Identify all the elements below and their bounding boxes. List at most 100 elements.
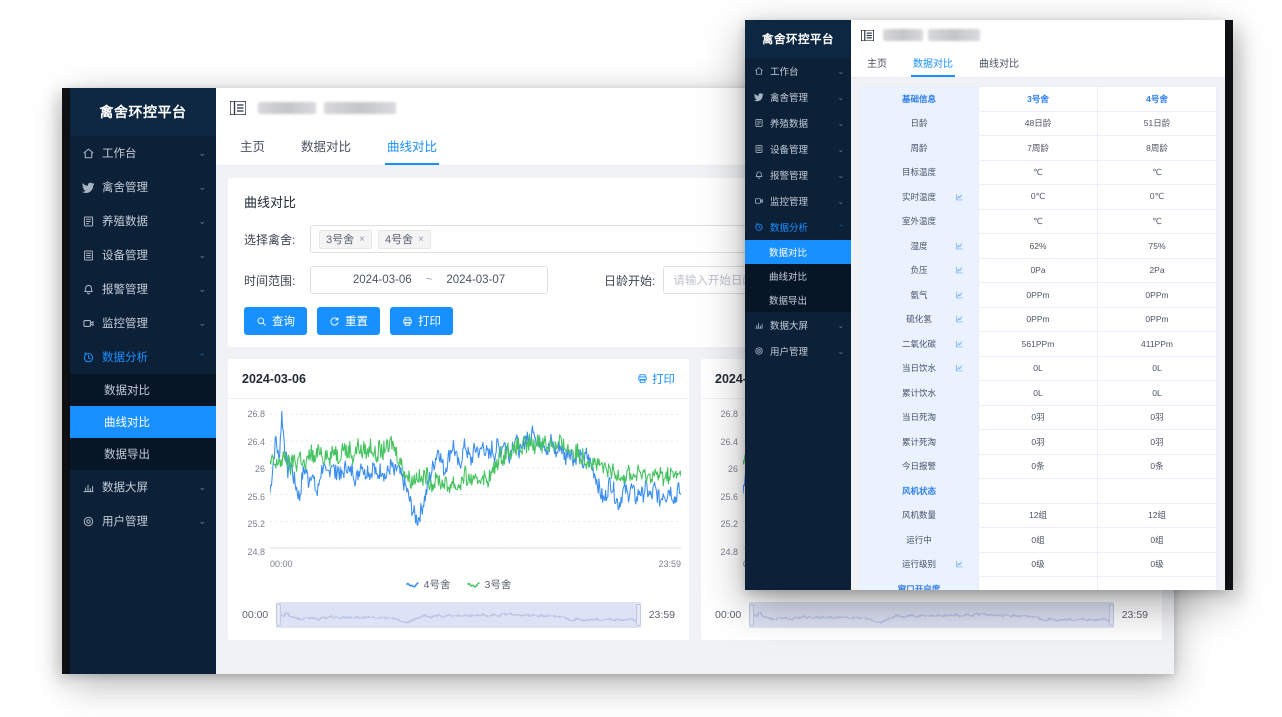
line-chart-icon[interactable]	[955, 192, 964, 201]
slider-handle-right[interactable]	[1109, 604, 1114, 626]
date-range-picker[interactable]: 2024-03-06 ~ 2024-03-07	[310, 266, 548, 294]
sidebar-item-0[interactable]: 工作台 ⌄	[70, 136, 216, 170]
house-tag-1[interactable]: 4号舍 ×	[378, 230, 431, 249]
row-label: 周龄	[860, 136, 979, 161]
house-tag-0[interactable]: 3号舍 ×	[319, 230, 372, 249]
sidebar-tail-item-1[interactable]: 用户管理 ⌄	[745, 338, 851, 364]
sidebar-subitem-0[interactable]: 数据对比	[70, 374, 216, 406]
tab-2[interactable]: 曲线对比	[385, 128, 439, 165]
redacted-title-4	[928, 29, 980, 41]
tab-2[interactable]: 曲线对比	[977, 50, 1021, 77]
row-value-house3: 0L	[979, 381, 1098, 406]
y-axis-tick: 25.6	[236, 492, 265, 502]
button-label: 打印	[418, 313, 441, 329]
line-chart-icon[interactable]	[955, 560, 964, 569]
row-label: 运行中	[860, 528, 979, 553]
database-icon	[82, 215, 98, 228]
sidebar-tail-item-0[interactable]: 数据大屏 ⌄	[745, 312, 851, 338]
row-value-house3: 12组	[979, 503, 1098, 528]
row-label: 基础信息	[860, 87, 979, 112]
sidebar-item-2[interactable]: 养殖数据 ⌄	[70, 204, 216, 238]
row-value-house4	[1098, 479, 1217, 504]
sidebar-item-4[interactable]: 报警管理 ⌄	[70, 272, 216, 306]
sidebar-item-label: 养殖数据	[98, 213, 198, 229]
line-chart-icon[interactable]	[955, 290, 964, 299]
table-row: 负压 0Pa 2Pa	[860, 258, 1217, 283]
slider-track[interactable]	[276, 602, 640, 628]
sidebar-subitem-1[interactable]: 曲线对比	[745, 264, 851, 288]
sidebar-tail-item-0[interactable]: 数据大屏 ⌄	[70, 470, 216, 504]
chevron-down-icon: ⌄	[198, 482, 206, 493]
row-label-text: 负压	[910, 264, 927, 276]
close-icon[interactable]: ×	[418, 234, 424, 245]
app-brand-2: 禽舍环控平台	[745, 20, 851, 58]
tab-1[interactable]: 数据对比	[911, 50, 955, 77]
sidebar-window2: 禽舍环控平台 工作台 ⌄ 禽舍管理 ⌄ 养殖数据 ⌄ 设备管理 ⌄ 报警管理 ⌄…	[745, 20, 851, 590]
sidebar-item-label: 数据大屏	[98, 479, 198, 495]
row-value-house4: 0组	[1098, 528, 1217, 553]
tab-0[interactable]: 主页	[865, 50, 889, 77]
legend-item-0[interactable]: 4号舍	[406, 577, 451, 592]
line-chart-icon[interactable]	[955, 339, 964, 348]
chevron-down-icon: ⌄	[838, 119, 844, 128]
sidebar-item-6[interactable]: 数据分析 ⌃	[745, 214, 851, 240]
slider-track[interactable]	[749, 602, 1113, 628]
menu-collapse-icon[interactable]	[230, 101, 246, 115]
house-tag-label: 4号舍	[385, 231, 413, 247]
sidebar-nav-window1: 工作台 ⌄ 禽舍管理 ⌄ 养殖数据 ⌄ 设备管理 ⌄ 报警管理 ⌄ 监控管理 ⌄…	[70, 136, 216, 538]
sidebar-item-3[interactable]: 设备管理 ⌄	[70, 238, 216, 272]
chevron-down-icon: ⌄	[198, 250, 206, 261]
line-chart-icon[interactable]	[955, 266, 964, 275]
row-label-text: 累计死淘	[902, 436, 936, 448]
date-start-value: 2024-03-06	[353, 274, 412, 286]
slider-handle-left[interactable]	[276, 604, 281, 626]
sidebar-item-4[interactable]: 报警管理 ⌄	[745, 162, 851, 188]
sidebar-item-5[interactable]: 监控管理 ⌄	[70, 306, 216, 340]
row-label-text: 目标温度	[902, 166, 936, 178]
database-icon	[754, 118, 766, 128]
row-value-house3: 7周龄	[979, 136, 1098, 161]
chevron-down-icon: ⌄	[198, 318, 206, 329]
legend-item-1[interactable]: 3号舍	[467, 577, 512, 592]
house-select-label: 选择禽舍:	[244, 231, 310, 248]
chart-range-slider[interactable]: 00:00 23:59	[701, 602, 1162, 640]
y-axis: 26.826.42625.625.224.8	[236, 409, 270, 575]
sidebar-subitem-1[interactable]: 曲线对比	[70, 406, 216, 438]
sidebar-item-0[interactable]: 工作台 ⌄	[745, 58, 851, 84]
sidebar-subitem-0[interactable]: 数据对比	[745, 240, 851, 264]
bird-icon	[754, 92, 766, 102]
sidebar-item-1[interactable]: 禽舍管理 ⌄	[70, 170, 216, 204]
sidebar-tail-item-1[interactable]: 用户管理 ⌄	[70, 504, 216, 538]
sidebar-item-1[interactable]: 禽舍管理 ⌄	[745, 84, 851, 110]
chart-range-slider[interactable]: 00:00 23:59	[228, 602, 689, 640]
sidebar-subitem-2[interactable]: 数据导出	[70, 438, 216, 470]
slider-handle-left[interactable]	[749, 604, 754, 626]
line-chart-icon[interactable]	[955, 241, 964, 250]
close-icon[interactable]: ×	[359, 234, 365, 245]
line-chart-icon[interactable]	[955, 315, 964, 324]
sidebar-item-3[interactable]: 设备管理 ⌄	[745, 136, 851, 162]
sidebar-item-6[interactable]: 数据分析 ⌃	[70, 340, 216, 374]
sidebar-item-2[interactable]: 养殖数据 ⌄	[745, 110, 851, 136]
chevron-down-icon: ⌄	[838, 145, 844, 154]
reset-button[interactable]: 重置	[317, 307, 380, 335]
search-button[interactable]: 查询	[244, 307, 307, 335]
slider-handle-right[interactable]	[636, 604, 641, 626]
tab-1[interactable]: 数据对比	[299, 128, 353, 165]
refresh-icon	[329, 316, 340, 327]
line-chart-icon[interactable]	[955, 364, 964, 373]
chart-print-button[interactable]: 打印	[637, 371, 675, 387]
sidebar-subitem-2[interactable]: 数据导出	[745, 288, 851, 312]
row-value-house3: 0羽	[979, 405, 1098, 430]
menu-collapse-icon-2[interactable]	[861, 30, 874, 41]
tab-0[interactable]: 主页	[238, 128, 267, 165]
video-icon	[754, 196, 766, 206]
table-row: 周龄 7周龄 8周龄	[860, 136, 1217, 161]
row-value-house4: 0PPm	[1098, 307, 1217, 332]
table-row: 目标温度 ℃ ℃	[860, 160, 1217, 185]
row-label: 氨气	[860, 283, 979, 308]
print-button[interactable]: 打印	[390, 307, 453, 335]
row-value-house4: 0条	[1098, 454, 1217, 479]
chart-header: 2024-03-06 打印	[228, 359, 689, 399]
sidebar-item-5[interactable]: 监控管理 ⌄	[745, 188, 851, 214]
